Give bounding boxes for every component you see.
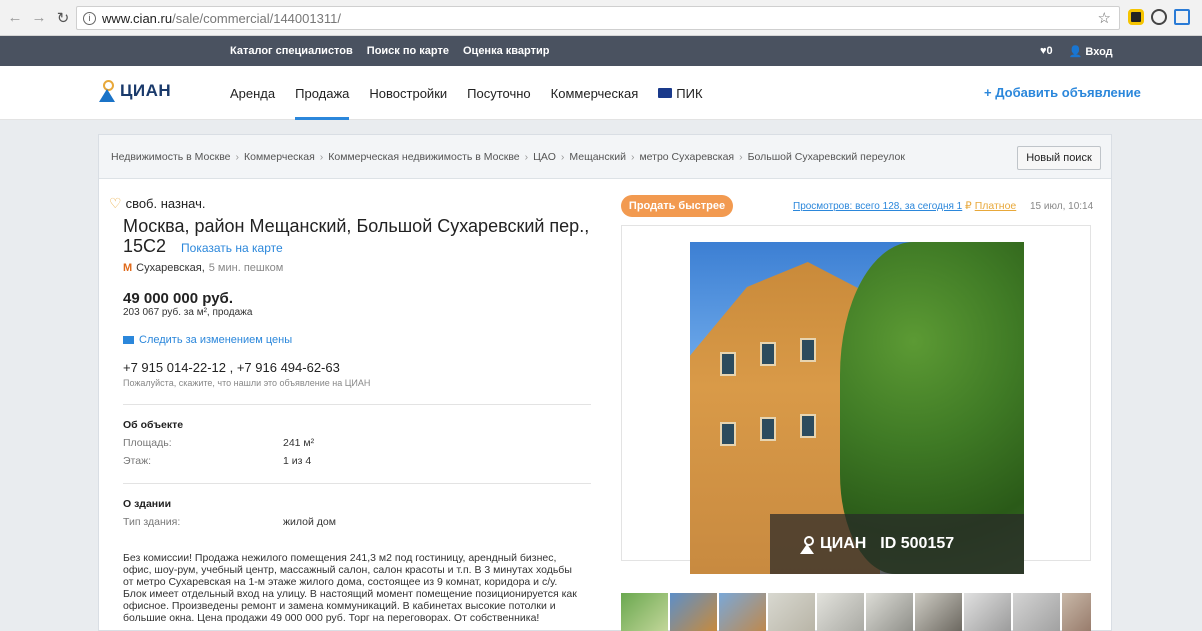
cian-logo-icon (98, 80, 116, 102)
topbar-link-specialists[interactable]: Каталог специалистов (230, 45, 353, 57)
thumbnail[interactable] (670, 593, 717, 631)
nav-item-commercial[interactable]: Коммерческая (551, 66, 639, 120)
thumbnail[interactable] (915, 593, 962, 631)
extension-icon[interactable] (1174, 9, 1190, 25)
breadcrumb-item[interactable]: Большой Сухаревский переулок (748, 151, 905, 163)
window (720, 422, 736, 446)
area-row: Площадь: 241 м² (123, 437, 315, 449)
breadcrumb-item[interactable]: Мещанский (569, 151, 626, 163)
thumbnail[interactable] (964, 593, 1011, 631)
breadcrumb: Недвижимость в Москве › Коммерческая › Ком… (99, 135, 1111, 179)
topbar-link-valuation[interactable]: Оценка квартир (463, 45, 549, 57)
favorites-button[interactable]: ♥0 (1040, 45, 1053, 57)
photo-thumbnails (621, 593, 1091, 631)
favorite-heart-icon[interactable]: ♡ (109, 195, 122, 212)
listing-details: ♡ своб. назнач. Москва, район Мещанский,… (109, 195, 591, 624)
nav-item-pik[interactable]: ПИК (658, 66, 703, 120)
add-listing-link[interactable]: + Добавить объявление (984, 85, 1141, 100)
new-search-button[interactable]: Новый поиск (1017, 146, 1101, 170)
window (760, 342, 776, 366)
listing-card: Недвижимость в Москве › Коммерческая › Ком… (98, 134, 1112, 631)
url-path: /sale/commercial/144001311/ (172, 10, 341, 26)
top-service-bar: Каталог специалистов Поиск по карте Оцен… (0, 36, 1202, 66)
ruble-icon: ₽ (965, 200, 972, 212)
building-type-row: Тип здания: жилой дом (123, 516, 336, 528)
divider (123, 483, 591, 484)
breadcrumb-item[interactable]: Недвижимость в Москве (111, 151, 231, 163)
thumbnail[interactable] (866, 593, 913, 631)
breadcrumb-item[interactable]: Коммерческая (244, 151, 315, 163)
section-title-object: Об объекте (123, 419, 184, 431)
listing-date: 15 июл, 10:14 (1030, 201, 1094, 212)
window (720, 352, 736, 376)
views-counter[interactable]: Просмотров: всего 128, за сегодня 1 (793, 201, 962, 212)
metro-icon: M (123, 262, 133, 274)
extension-icon[interactable] (1128, 9, 1144, 25)
address-bar[interactable]: i www.cian.ru/sale/commercial/144001311/… (76, 6, 1120, 30)
divider (123, 404, 591, 405)
thumbnail[interactable] (768, 593, 815, 631)
breadcrumb-item[interactable]: ЦАО (533, 151, 556, 163)
pik-icon (658, 88, 673, 98)
photo-gallery: ЦИАН ID 500157 (621, 225, 1091, 574)
breadcrumb-item[interactable]: метро Сухаревская (639, 151, 734, 163)
nav-item-new-buildings[interactable]: Новостройки (369, 66, 447, 120)
forward-icon[interactable]: → (30, 9, 48, 27)
section-title-building: О здании (123, 498, 172, 510)
thumbnail[interactable] (1062, 593, 1091, 631)
nav-item-rent[interactable]: Аренда (230, 66, 275, 120)
main-navigation: ЦИАН Аренда Продажа Новостройки Посуточн… (0, 66, 1202, 120)
listing-type: своб. назнач. (125, 196, 206, 211)
nav-item-sale[interactable]: Продажа (295, 66, 350, 120)
thumbnail[interactable] (817, 593, 864, 631)
floor-row: Этаж: 1 из 4 (123, 455, 312, 467)
window (800, 414, 816, 438)
window (760, 417, 776, 441)
cian-logo[interactable]: ЦИАН (98, 80, 171, 102)
nav-item-daily[interactable]: Посуточно (467, 66, 531, 120)
listing-description: Без комиссии! Продажа нежилого помещения… (123, 552, 577, 624)
photo-watermark: ЦИАН ID 500157 (770, 514, 1024, 574)
thumbnail[interactable] (1013, 593, 1060, 631)
breadcrumb-item[interactable]: Коммерческая недвижимость в Москве (328, 151, 519, 163)
price: 49 000 000 руб. (123, 290, 233, 307)
reload-icon[interactable]: ↻ (54, 9, 72, 27)
thumbnail[interactable] (719, 593, 766, 631)
url-host: www.cian.ru (102, 10, 173, 26)
phone-numbers[interactable]: +7 915 014-22-12 , +7 916 494-62-63 (123, 360, 589, 375)
user-icon: 👤 (1068, 45, 1083, 58)
price-per-m2: 203 067 руб. за м², продажа (123, 307, 253, 318)
metro-info: M Сухаревская, 5 мин. пешком (123, 262, 284, 274)
back-icon[interactable]: ← (6, 9, 24, 27)
main-photo[interactable]: ЦИАН ID 500157 (690, 242, 1024, 574)
topbar-link-map-search[interactable]: Поиск по карте (367, 45, 449, 57)
info-icon[interactable]: i (83, 11, 96, 25)
browser-toolbar: ← → ↻ i www.cian.ru/sale/commercial/1440… (0, 0, 1202, 36)
cian-logo-icon (800, 536, 814, 554)
sell-faster-button[interactable]: Продать быстрее (621, 195, 733, 217)
paid-badge[interactable]: ₽ Платное (965, 200, 1016, 212)
show-on-map-link[interactable]: Показать на карте (181, 241, 283, 255)
follow-price-link[interactable]: Следить за изменением цены (123, 334, 589, 346)
mail-icon (123, 336, 134, 344)
listing-title: Москва, район Мещанский, Большой Сухарев… (123, 216, 590, 256)
extension-icon[interactable] (1151, 9, 1167, 25)
phones-note: Пожалуйста, скажите, что нашли это объяв… (123, 378, 371, 388)
thumbnail[interactable] (621, 593, 668, 631)
login-button[interactable]: 👤 Вход (1069, 45, 1113, 58)
bookmark-star-icon[interactable]: ☆ (1098, 9, 1111, 27)
window (800, 338, 816, 362)
